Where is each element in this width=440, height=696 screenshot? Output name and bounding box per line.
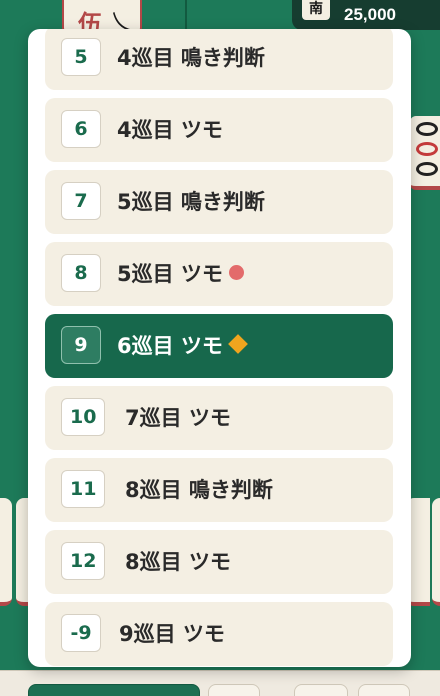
- turn-select-dropdown[interactable]: 5 4巡目 鳴き判断 6 4巡目 ツモ 7 5巡目 鳴き判断 8 5巡目 ツモ …: [28, 29, 411, 667]
- turn-number-badge: 12: [61, 542, 106, 580]
- toolbar-button[interactable]: [294, 684, 348, 696]
- seat-wind-badge: 南: [302, 0, 330, 20]
- pin-circle-icon: [416, 162, 438, 176]
- discard-tile-pin: [410, 116, 440, 190]
- turn-number-badge: 6: [61, 110, 101, 148]
- right-hand-tile: [432, 498, 440, 606]
- turn-label: 5巡目 鳴き判断: [117, 190, 265, 214]
- turn-number-badge: -9: [61, 614, 101, 652]
- red-dot-icon: [228, 265, 244, 280]
- turn-item-minus-9[interactable]: -9 9巡目 ツモ: [45, 602, 393, 666]
- toolbar-button[interactable]: [208, 684, 260, 696]
- pin-circle-icon: [416, 122, 438, 136]
- turn-number-badge: 10: [61, 398, 106, 436]
- turn-number-badge: 8: [61, 254, 101, 292]
- turn-number-badge: 5: [61, 38, 101, 76]
- turn-label: 8巡目 鳴き判断: [125, 478, 273, 502]
- turn-item-9-selected[interactable]: 9 6巡目 ツモ: [45, 314, 393, 378]
- turn-label: 7巡目 ツモ: [125, 406, 231, 430]
- turn-number-badge: 7: [61, 182, 101, 220]
- left-hand-tile: [0, 498, 12, 606]
- turn-label: 4巡目 ツモ: [117, 118, 223, 142]
- turn-item-7[interactable]: 7 5巡目 鳴き判断: [45, 170, 393, 234]
- turn-item-5[interactable]: 5 4巡目 鳴き判断: [45, 29, 393, 90]
- toolbar-primary-button[interactable]: [28, 684, 200, 696]
- player-score: 25,000: [344, 5, 396, 24]
- turn-label: 6巡目 ツモ: [117, 332, 248, 360]
- toolbar-button[interactable]: [358, 684, 410, 696]
- turn-number-badge: 9: [61, 326, 101, 364]
- turn-item-6[interactable]: 6 4巡目 ツモ: [45, 98, 393, 162]
- turn-label: 4巡目 鳴き判断: [117, 46, 265, 70]
- turn-label: 5巡目 ツモ: [117, 260, 244, 288]
- turn-item-11[interactable]: 11 8巡目 鳴き判断: [45, 458, 393, 522]
- turn-label: 9巡目 ツモ: [119, 622, 225, 646]
- diamond-icon: [228, 334, 248, 354]
- pin-circle-icon: [416, 142, 438, 156]
- turn-item-12[interactable]: 12 8巡目 ツモ: [45, 530, 393, 594]
- turn-item-8[interactable]: 8 5巡目 ツモ: [45, 242, 393, 306]
- table-divider: [185, 0, 187, 30]
- turn-label: 8巡目 ツモ: [125, 550, 231, 574]
- turn-item-10[interactable]: 10 7巡目 ツモ: [45, 386, 393, 450]
- turn-number-badge: 11: [61, 470, 106, 508]
